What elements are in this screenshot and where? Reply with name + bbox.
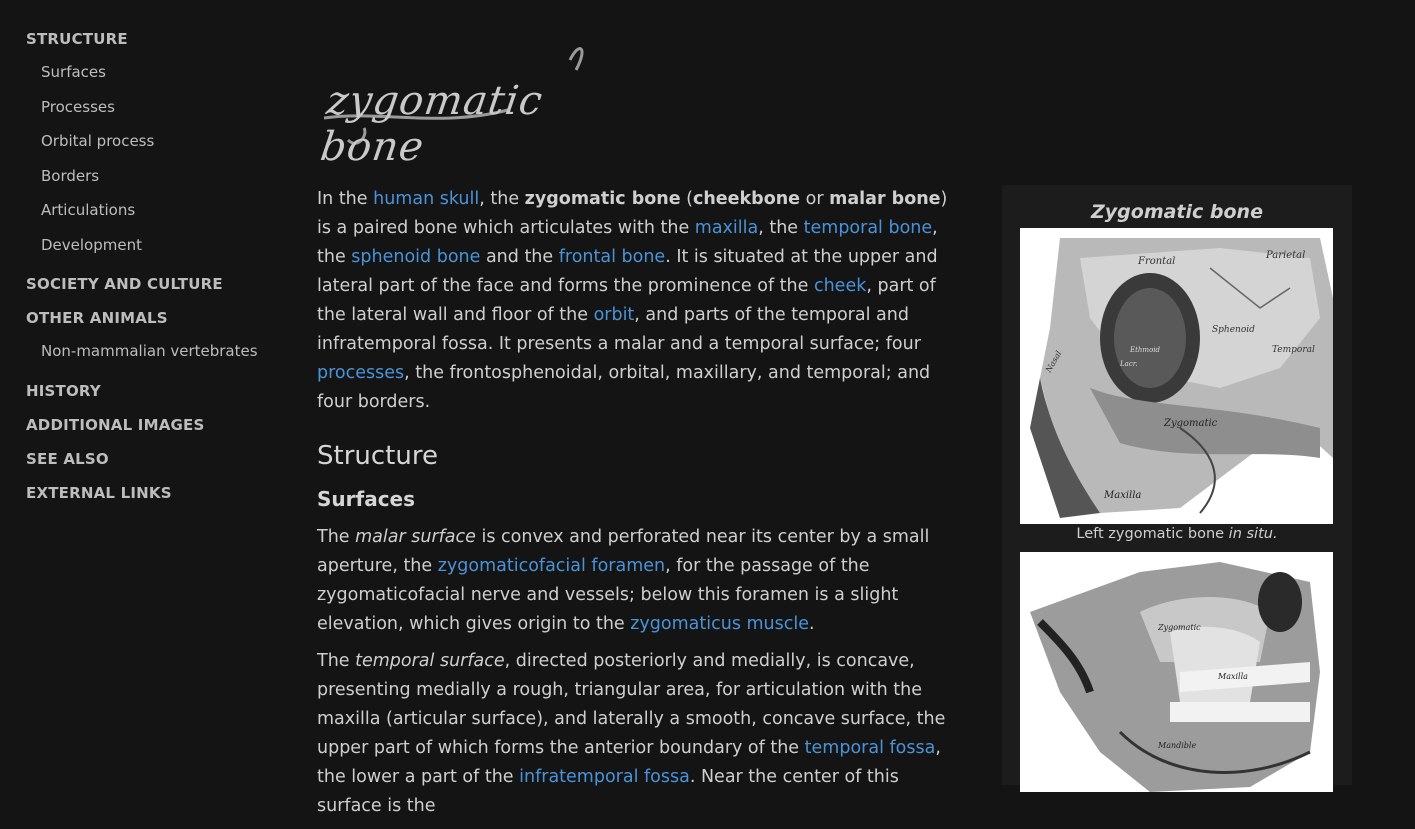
- sidebar-item-borders[interactable]: Borders: [26, 164, 286, 199]
- surfaces-p2-link-infratemporal-fossa[interactable]: infratemporal fossa: [519, 767, 690, 787]
- sidebar-item-society-and-culture[interactable]: SOCIETY AND CULTURE: [26, 271, 286, 301]
- sidebar-item-surfaces[interactable]: Surfaces: [26, 60, 286, 95]
- sidebar-item-processes[interactable]: Processes: [26, 95, 286, 130]
- skull-side-image[interactable]: Frontal Parietal Sphenoid Temporal Zygom…: [1020, 228, 1333, 524]
- intro-link-cheek[interactable]: cheek: [814, 276, 866, 296]
- subsection-heading-surfaces: Surfaces: [317, 487, 416, 511]
- infobox-caption: Left zygomatic bone in situ.: [1002, 526, 1352, 542]
- surfaces-p2-italic-term: temporal surface: [355, 651, 505, 671]
- table-of-contents: STRUCTURE Surfaces Processes Orbital proces…: [26, 22, 286, 514]
- intro-link-processes[interactable]: processes: [317, 363, 404, 383]
- sidebar-item-orbital-process[interactable]: Orbital process: [26, 129, 286, 164]
- caption-text: Left zygomatic bone: [1076, 526, 1229, 542]
- article-title: zygomatic bone: [317, 78, 546, 170]
- intro-link-frontal-bone[interactable]: frontal bone: [559, 247, 665, 267]
- intro-bold-term: cheekbone: [692, 189, 801, 209]
- skull-jaw-image[interactable]: Zygomatic Maxilla Mandible: [1020, 552, 1333, 792]
- sidebar-item-see-also[interactable]: SEE ALSO: [26, 446, 286, 476]
- jaw-label-mandible: Mandible: [1157, 741, 1196, 750]
- infobox: Zygomatic bone Frontal Parietal Sphenoid…: [1002, 185, 1352, 792]
- intro-link-sphenoid-bone[interactable]: sphenoid bone: [351, 247, 480, 267]
- label-ethmoid: Ethmoid: [1129, 346, 1161, 354]
- intro-text: , the: [479, 189, 525, 209]
- surfaces-p1-italic-term: malar surface: [355, 527, 476, 547]
- surfaces-p1-text: .: [809, 614, 815, 634]
- label-lacrimal: Lacr.: [1119, 360, 1138, 368]
- intro-link-human-skull[interactable]: human skull: [373, 189, 479, 209]
- label-parietal: Parietal: [1265, 250, 1305, 261]
- sidebar-item-articulations[interactable]: Articulations: [26, 198, 286, 233]
- jaw-label-maxilla: Maxilla: [1217, 672, 1248, 681]
- surfaces-p1-link-zygomaticus-muscle[interactable]: zygomaticus muscle: [630, 614, 809, 634]
- caption-italic: in situ.: [1228, 526, 1278, 542]
- intro-link-maxilla[interactable]: maxilla: [695, 218, 758, 238]
- label-temporal: Temporal: [1272, 345, 1315, 355]
- sidebar-item-development[interactable]: Development: [26, 233, 286, 268]
- intro-link-temporal-bone[interactable]: temporal bone: [804, 218, 933, 238]
- intro-link-orbit[interactable]: orbit: [594, 305, 635, 325]
- surfaces-p2-text: The: [317, 651, 356, 671]
- jaw-label-zygomatic: Zygomatic: [1157, 623, 1201, 632]
- intro-text: and the: [480, 247, 559, 267]
- surfaces-p2-link-temporal-fossa[interactable]: temporal fossa: [805, 738, 936, 758]
- surfaces-p1-link-zygomaticofacial-foramen[interactable]: zygomaticofacial foramen: [438, 556, 665, 576]
- intro-text: or: [800, 189, 830, 209]
- intro-text: In the: [317, 189, 374, 209]
- skull-jaw-illustration: Zygomatic Maxilla Mandible: [1020, 552, 1333, 792]
- infobox-title: Zygomatic bone: [1091, 201, 1263, 223]
- sidebar-item-non-mammalian-vertebrates[interactable]: Non-mammalian vertebrates: [26, 339, 286, 374]
- surfaces-p1-text: The: [317, 527, 356, 547]
- intro-bold-term: malar bone: [829, 189, 941, 209]
- intro-paragraph: In the human skull, the zygomatic bone (…: [317, 185, 957, 417]
- sidebar-item-other-animals[interactable]: OTHER ANIMALS: [26, 305, 286, 335]
- intro-text: (: [680, 189, 693, 209]
- article-body: In the human skull, the zygomatic bone (…: [317, 185, 957, 829]
- intro-text: , the: [758, 218, 804, 238]
- label-sphenoid: Sphenoid: [1212, 325, 1255, 335]
- sidebar-item-external-links[interactable]: EXTERNAL LINKS: [26, 480, 286, 510]
- label-zygomatic: Zygomatic: [1163, 418, 1218, 429]
- skull-illustration: Frontal Parietal Sphenoid Temporal Zygom…: [1020, 228, 1333, 524]
- surfaces-paragraph-1: The malar surface is convex and perforat…: [317, 523, 957, 639]
- surfaces-paragraph-2: The temporal surface, directed posterior…: [317, 647, 957, 821]
- article-title-logo: zygomatic bone: [318, 40, 638, 170]
- intro-text: , the frontosphenoidal, orbital, maxilla…: [317, 363, 931, 412]
- section-heading-structure: Structure: [317, 441, 438, 471]
- sidebar-item-history[interactable]: HISTORY: [26, 378, 286, 408]
- intro-bold-term: zygomatic bone: [524, 189, 681, 209]
- sidebar-item-structure[interactable]: STRUCTURE: [26, 26, 286, 56]
- label-frontal: Frontal: [1137, 256, 1175, 267]
- label-maxilla: Maxilla: [1103, 490, 1141, 501]
- sidebar-item-additional-images[interactable]: ADDITIONAL IMAGES: [26, 412, 286, 442]
